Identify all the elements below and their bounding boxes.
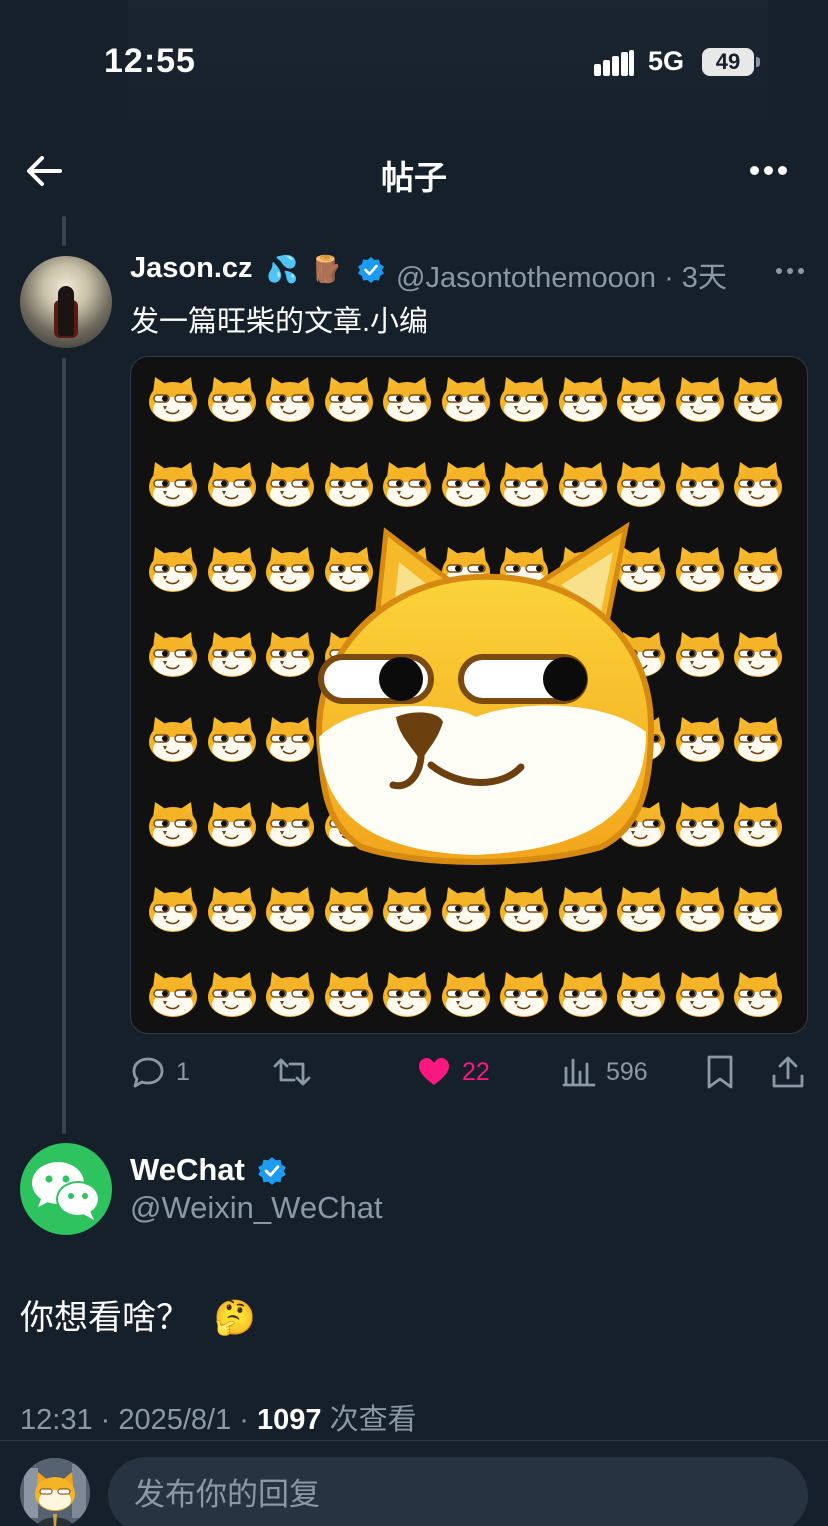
tweet-views-label: 次查看 <box>329 1404 417 1436</box>
signal-icon <box>594 50 636 76</box>
wechat-logo-icon <box>32 1162 100 1220</box>
doge-avatar-icon <box>20 1458 90 1526</box>
bookmark-icon <box>707 1055 733 1089</box>
main-author-handle[interactable]: @Weixin_WeChat <box>130 1190 383 1226</box>
log-emoji: 🪵 <box>310 254 343 284</box>
views-chart-icon <box>562 1058 596 1087</box>
thread-line-top <box>62 216 66 246</box>
reply-input[interactable]: 发布你的回复 <box>108 1457 808 1526</box>
retweet-button[interactable] <box>272 1048 312 1096</box>
tweet-views[interactable]: 1097 <box>257 1404 322 1436</box>
thinking-emoji: 🤔 <box>213 1299 256 1337</box>
droplet-emoji: 💦 <box>266 254 299 284</box>
reply-count: 1 <box>176 1057 190 1086</box>
views-count: 596 <box>606 1057 648 1086</box>
main-author-name[interactable]: WeChat <box>130 1152 245 1188</box>
avatar[interactable] <box>20 256 112 348</box>
verified-badge-icon <box>358 257 384 283</box>
battery-icon: 49 <box>702 48 754 76</box>
tweet-date: 2025/8/1 <box>118 1404 232 1436</box>
main-tweet-text: 你想看啥？ 🤔 <box>20 1290 256 1339</box>
divider <box>0 1440 828 1441</box>
reply-icon <box>132 1057 164 1088</box>
share-icon <box>772 1056 804 1088</box>
tweet-time: 12:31 <box>20 1404 93 1436</box>
status-bar: 12:55 5G 49 <box>0 0 828 150</box>
main-tweet-body: 你想看啥？ <box>20 1299 190 1337</box>
battery-tip <box>756 57 760 67</box>
wechat-avatar[interactable] <box>20 1143 112 1235</box>
like-count: 22 <box>462 1057 490 1086</box>
reply-button[interactable]: 1 <box>130 1048 190 1096</box>
parent-tweet-text: 发一篇旺柴的文章.小编 <box>130 306 429 338</box>
thread-line <box>62 358 66 1134</box>
network-type: 5G <box>648 46 685 76</box>
page-title: 帖子 <box>381 159 447 196</box>
status-time: 12:55 <box>104 42 196 80</box>
separator: · <box>664 262 674 294</box>
top-nav: 帖子 <box>0 135 828 205</box>
more-options-button[interactable] <box>746 161 790 181</box>
my-avatar[interactable] <box>20 1458 90 1526</box>
tweet-action-bar: 1 22 596 <box>130 1048 808 1096</box>
share-button[interactable] <box>770 1048 806 1096</box>
parent-author-handle[interactable]: @Jasontothemooon · 3天 <box>396 254 727 296</box>
heart-filled-icon <box>419 1058 449 1085</box>
tweet-more-button[interactable] <box>774 268 806 276</box>
tweet-time-ago: 3天 <box>681 262 727 294</box>
doge-big-icon <box>316 521 655 865</box>
retweet-icon <box>273 1058 311 1086</box>
tweet-media-image[interactable] <box>130 356 808 1034</box>
like-button[interactable]: 22 <box>416 1048 490 1096</box>
verified-badge-icon <box>258 1157 286 1185</box>
parent-author-name[interactable]: Jason.cz <box>130 252 253 285</box>
handle-text: @Jasontothemooon <box>396 262 656 294</box>
views-button[interactable]: 596 <box>562 1048 648 1096</box>
bookmark-button[interactable] <box>704 1048 736 1096</box>
tweet-meta: 12:31 · 2025/8/1 · 1097 次查看 <box>20 1404 417 1436</box>
